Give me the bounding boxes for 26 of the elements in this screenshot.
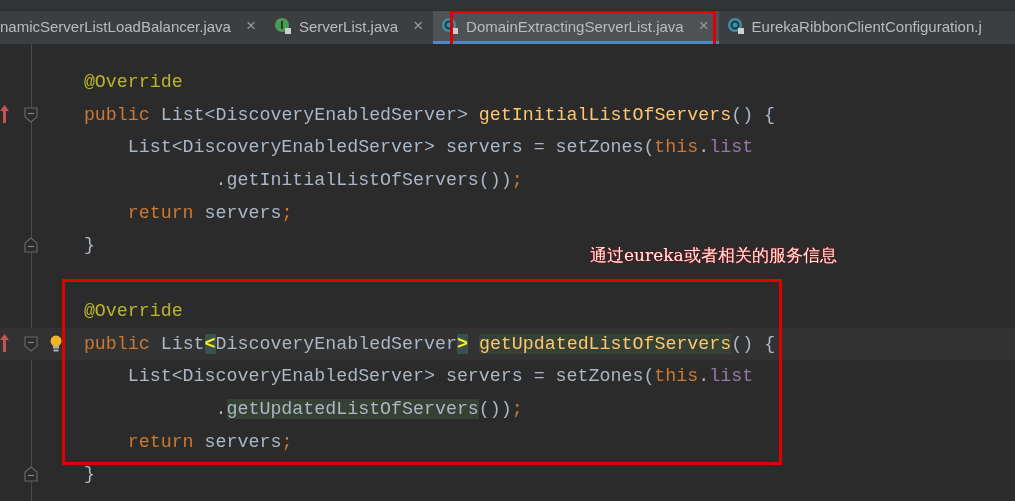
code-line: .getInitialListOfServers()); — [214, 169, 523, 193]
code-line: return servers; — [126, 201, 293, 225]
editor-tab[interactable]: ServerList.java × — [265, 11, 434, 44]
code-line: @Override — [82, 71, 183, 94]
code-line: public List<DiscoveryEnabledServer> getInitialListOfServers() { — [82, 103, 776, 127]
close-tab-button[interactable]: × — [698, 16, 709, 36]
fold-icon[interactable] — [24, 335, 38, 352]
code-line: } — [82, 463, 95, 487]
code-line: public List<DiscoveryEnabledServer> getUpdatedListOfServers() { — [82, 332, 776, 356]
editor-tab[interactable]: EurekaRibbonClientConfiguration.j — [718, 11, 992, 44]
fold-icon[interactable] — [24, 106, 38, 123]
lightbulb-icon[interactable] — [50, 334, 62, 353]
code-line: List<DiscoveryEnabledServer> servers = setZones(this.list — [126, 365, 754, 389]
editor-tab[interactable]: DomainExtractingServerList.java × — [433, 11, 719, 44]
code-line: List<DiscoveryEnabledServer> servers = setZones(this.list — [126, 136, 754, 160]
code-line: return servers; — [126, 430, 293, 454]
code-line: } — [82, 234, 95, 258]
annotation-note: 通过eureka或者相关的服务信息 — [590, 244, 837, 267]
override-arrow-icon[interactable] — [0, 333, 9, 352]
close-tab-button[interactable]: × — [245, 16, 256, 36]
close-tab-button[interactable]: × — [413, 16, 424, 36]
code-line: @Override — [82, 299, 183, 323]
override-arrow-icon[interactable] — [0, 104, 9, 123]
editor-tab[interactable]: namicServerListLoadBalancer.java × — [0, 11, 266, 44]
fold-icon[interactable] — [24, 237, 38, 254]
fold-icon[interactable] — [24, 466, 38, 483]
